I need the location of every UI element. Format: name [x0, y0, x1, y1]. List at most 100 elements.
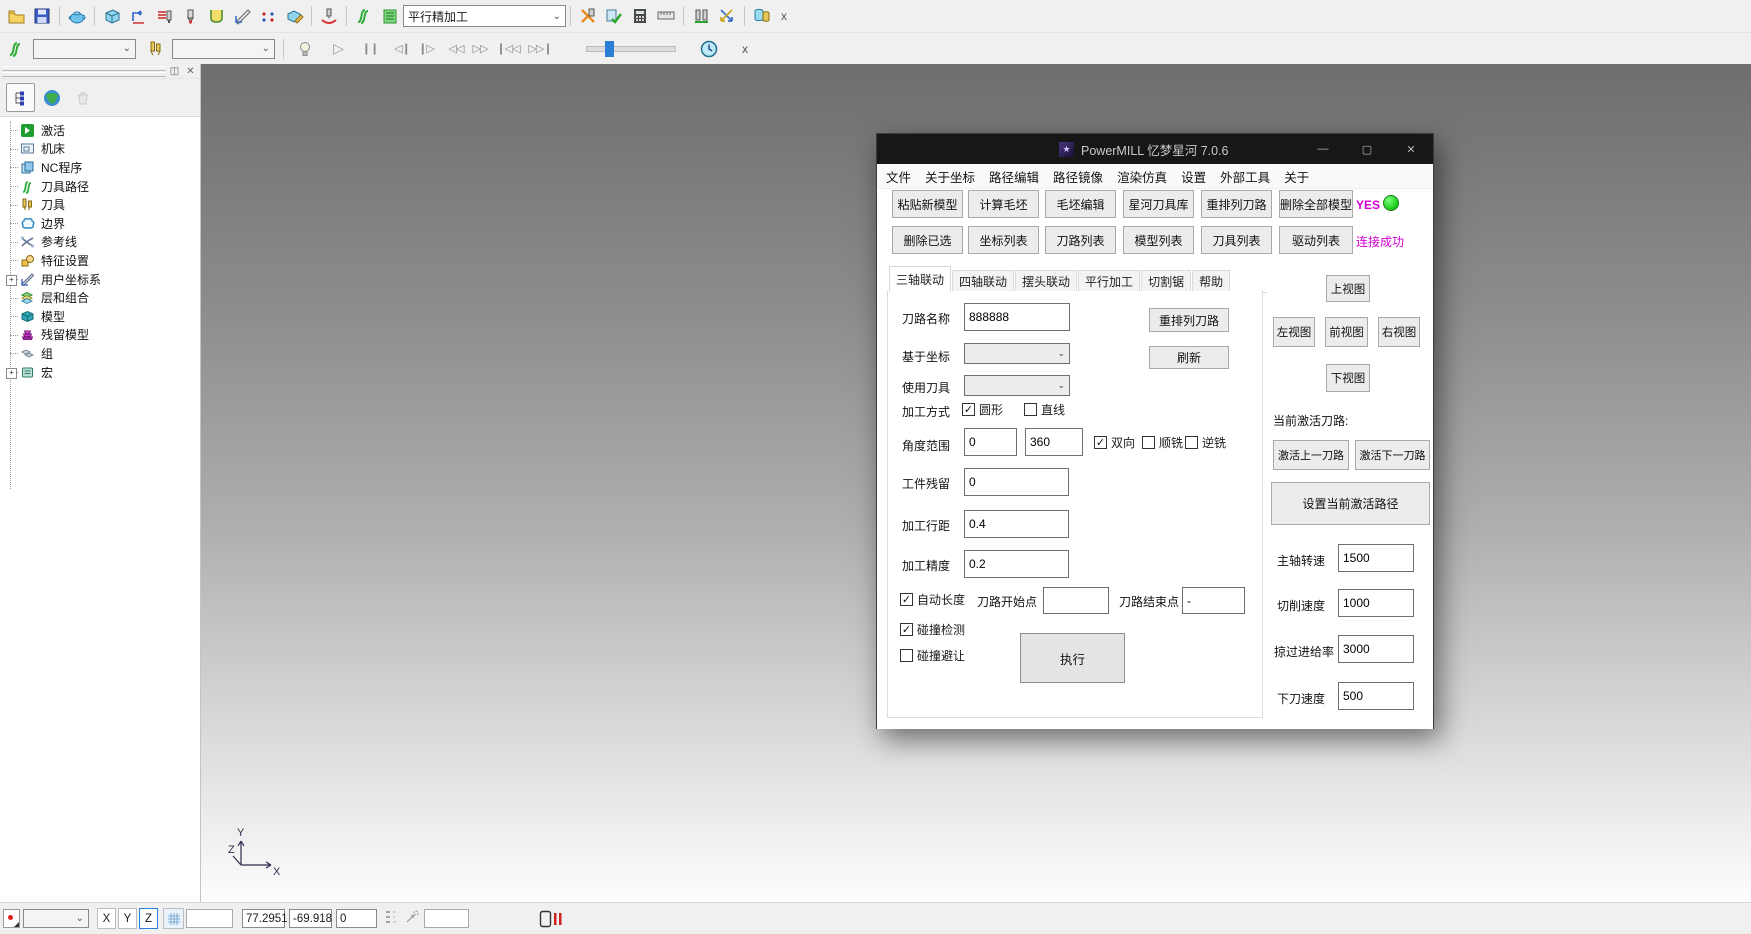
- tab-parallel[interactable]: 平行加工: [1078, 270, 1140, 292]
- delete-all-models-button[interactable]: 删除全部模型: [1279, 190, 1353, 218]
- model-edit-icon[interactable]: [281, 3, 307, 29]
- pause-button[interactable]: ❙❙: [358, 37, 382, 61]
- exchange-icon[interactable]: [714, 3, 740, 29]
- sim-toolbar-close-button[interactable]: x: [736, 42, 754, 56]
- stock-input[interactable]: [964, 468, 1069, 496]
- tree-item-macros[interactable]: + 宏: [0, 363, 200, 382]
- clock-icon[interactable]: [696, 36, 722, 62]
- dialog-title-bar[interactable]: ★ PowerMILL 忆梦星河 7.0.6 — ▢ ✕: [877, 134, 1433, 164]
- skip-start-button[interactable]: ❙◁◁: [492, 37, 524, 61]
- delete-selected-button[interactable]: 删除已选: [892, 226, 963, 254]
- angle-to-input[interactable]: [1025, 428, 1083, 456]
- menu-path-mirror[interactable]: 路径镜像: [1046, 167, 1110, 186]
- menu-settings[interactable]: 设置: [1174, 167, 1213, 186]
- toolpath-combobox[interactable]: ⌄: [33, 39, 136, 59]
- set-active-path-button[interactable]: 设置当前激活路径: [1271, 482, 1430, 525]
- nc-program-icon[interactable]: [151, 3, 177, 29]
- float-panel-button[interactable]: ◫: [168, 65, 181, 77]
- climb-checkbox[interactable]: 顺铣: [1142, 434, 1183, 451]
- tool-database-icon[interactable]: [749, 3, 775, 29]
- step-back-button[interactable]: ◁❙: [390, 37, 414, 61]
- view-top-button[interactable]: 上视图: [1326, 275, 1370, 302]
- view-bottom-button[interactable]: 下视图: [1326, 364, 1370, 392]
- rearrange-toolpaths-button[interactable]: 重排列刀路: [1201, 190, 1272, 218]
- slider-handle[interactable]: [605, 41, 614, 57]
- block-icon[interactable]: [99, 3, 125, 29]
- raster-toolpath-icon[interactable]: [125, 3, 151, 29]
- tool-library-button[interactable]: 星河刀具库: [1123, 190, 1194, 218]
- tool-list-button[interactable]: 刀具列表: [1201, 226, 1272, 254]
- toolpath-name-input[interactable]: [964, 303, 1070, 331]
- play-button[interactable]: ▷: [326, 37, 350, 61]
- tools-burst-icon[interactable]: [575, 3, 601, 29]
- step-forward-button[interactable]: ❙▷: [414, 37, 438, 61]
- tool-select[interactable]: ⌄: [964, 375, 1070, 396]
- tab-help[interactable]: 帮助: [1192, 270, 1230, 292]
- tree-item-boundaries[interactable]: 边界: [0, 214, 200, 233]
- save-project-icon[interactable]: [29, 3, 55, 29]
- model-teapot-icon[interactable]: [64, 3, 90, 29]
- stepover-input[interactable]: [964, 510, 1069, 538]
- skim-feed-input[interactable]: [1338, 635, 1414, 663]
- close-panel-button[interactable]: ✕: [184, 65, 197, 77]
- fast-forward-button[interactable]: ▷▷: [468, 37, 492, 61]
- position-input[interactable]: [424, 909, 469, 928]
- workplane-edit-icon[interactable]: [229, 3, 255, 29]
- tab-explorer-tree[interactable]: [6, 83, 35, 112]
- toolpath-s-icon[interactable]: [3, 36, 29, 62]
- tree-item-levels-sets[interactable]: 层和组合: [0, 288, 200, 307]
- activate-next-toolpath-button[interactable]: 激活下一刀路: [1355, 440, 1430, 470]
- grid-size-input[interactable]: [186, 909, 233, 928]
- model-list-button[interactable]: 模型列表: [1123, 226, 1194, 254]
- auto-length-checkbox[interactable]: ✓自动长度: [900, 591, 965, 608]
- light-bulb-icon[interactable]: [292, 36, 318, 62]
- axis-x-button[interactable]: X: [97, 908, 116, 929]
- start-point-input[interactable]: [1043, 587, 1109, 614]
- skip-end-button[interactable]: ▷▷❙: [524, 37, 556, 61]
- rearrange-button[interactable]: 重排列刀路: [1149, 308, 1229, 332]
- collision-avoid-checkbox[interactable]: 碰撞避让: [900, 647, 965, 664]
- close-button[interactable]: ✕: [1389, 134, 1433, 164]
- tool-combobox[interactable]: ⌄: [172, 39, 275, 59]
- rewind-button[interactable]: ◁◁: [444, 37, 468, 61]
- end-point-input[interactable]: [1182, 587, 1245, 614]
- expander-icon[interactable]: +: [6, 275, 17, 286]
- tree-item-patterns[interactable]: 参考线: [0, 233, 200, 252]
- tolerance-input[interactable]: [964, 550, 1069, 578]
- conventional-checkbox[interactable]: 逆铣: [1185, 434, 1226, 451]
- toolpath-strategy-icon[interactable]: [351, 3, 377, 29]
- tree-item-stock-models[interactable]: 残留模型: [0, 326, 200, 345]
- axis-z-button[interactable]: Z: [139, 908, 158, 929]
- tree-item-active[interactable]: 激活: [0, 121, 200, 140]
- menu-path-edit[interactable]: 路径编辑: [982, 167, 1046, 186]
- drive-list-button[interactable]: 驱动列表: [1279, 226, 1353, 254]
- tree-item-nc-program[interactable]: NC程序: [0, 158, 200, 177]
- strategy-list-icon[interactable]: [377, 3, 403, 29]
- calculator-icon[interactable]: [627, 3, 653, 29]
- spindle-speed-input[interactable]: [1338, 544, 1414, 572]
- expander-icon[interactable]: +: [6, 368, 17, 379]
- menu-render-sim[interactable]: 渲染仿真: [1110, 167, 1174, 186]
- menu-file[interactable]: 文件: [879, 167, 918, 186]
- toolpath-list-button[interactable]: 刀路列表: [1045, 226, 1116, 254]
- maximize-button[interactable]: ▢: [1345, 134, 1389, 164]
- execute-button[interactable]: 执行: [1020, 633, 1125, 683]
- tree-item-workplanes[interactable]: + 用户坐标系: [0, 270, 200, 289]
- tab-4axis[interactable]: 四轴联动: [952, 270, 1014, 292]
- menu-about[interactable]: 关于: [1277, 167, 1316, 186]
- menu-external-tools[interactable]: 外部工具: [1213, 167, 1277, 186]
- tree-item-machine[interactable]: 机床: [0, 140, 200, 159]
- status-combobox[interactable]: ⌄: [23, 909, 89, 928]
- tab-explorer-globe[interactable]: [37, 83, 66, 112]
- explorer-grip[interactable]: ◫ ✕: [0, 64, 200, 79]
- strategy-combobox[interactable]: 平行精加工 ⌄: [403, 5, 566, 27]
- verify-icon[interactable]: [601, 3, 627, 29]
- angle-from-input[interactable]: [964, 428, 1017, 456]
- activate-prev-toolpath-button[interactable]: 激活上一刀路: [1273, 440, 1349, 470]
- draw-marker-button[interactable]: [3, 909, 20, 928]
- line-checkbox[interactable]: 直线: [1024, 401, 1065, 418]
- view-left-button[interactable]: 左视图: [1273, 317, 1315, 347]
- grid-toggle-button[interactable]: [163, 908, 184, 929]
- collision-check-checkbox[interactable]: ✓碰撞检测: [900, 621, 965, 638]
- circle-checkbox[interactable]: ✓圆形: [962, 401, 1003, 418]
